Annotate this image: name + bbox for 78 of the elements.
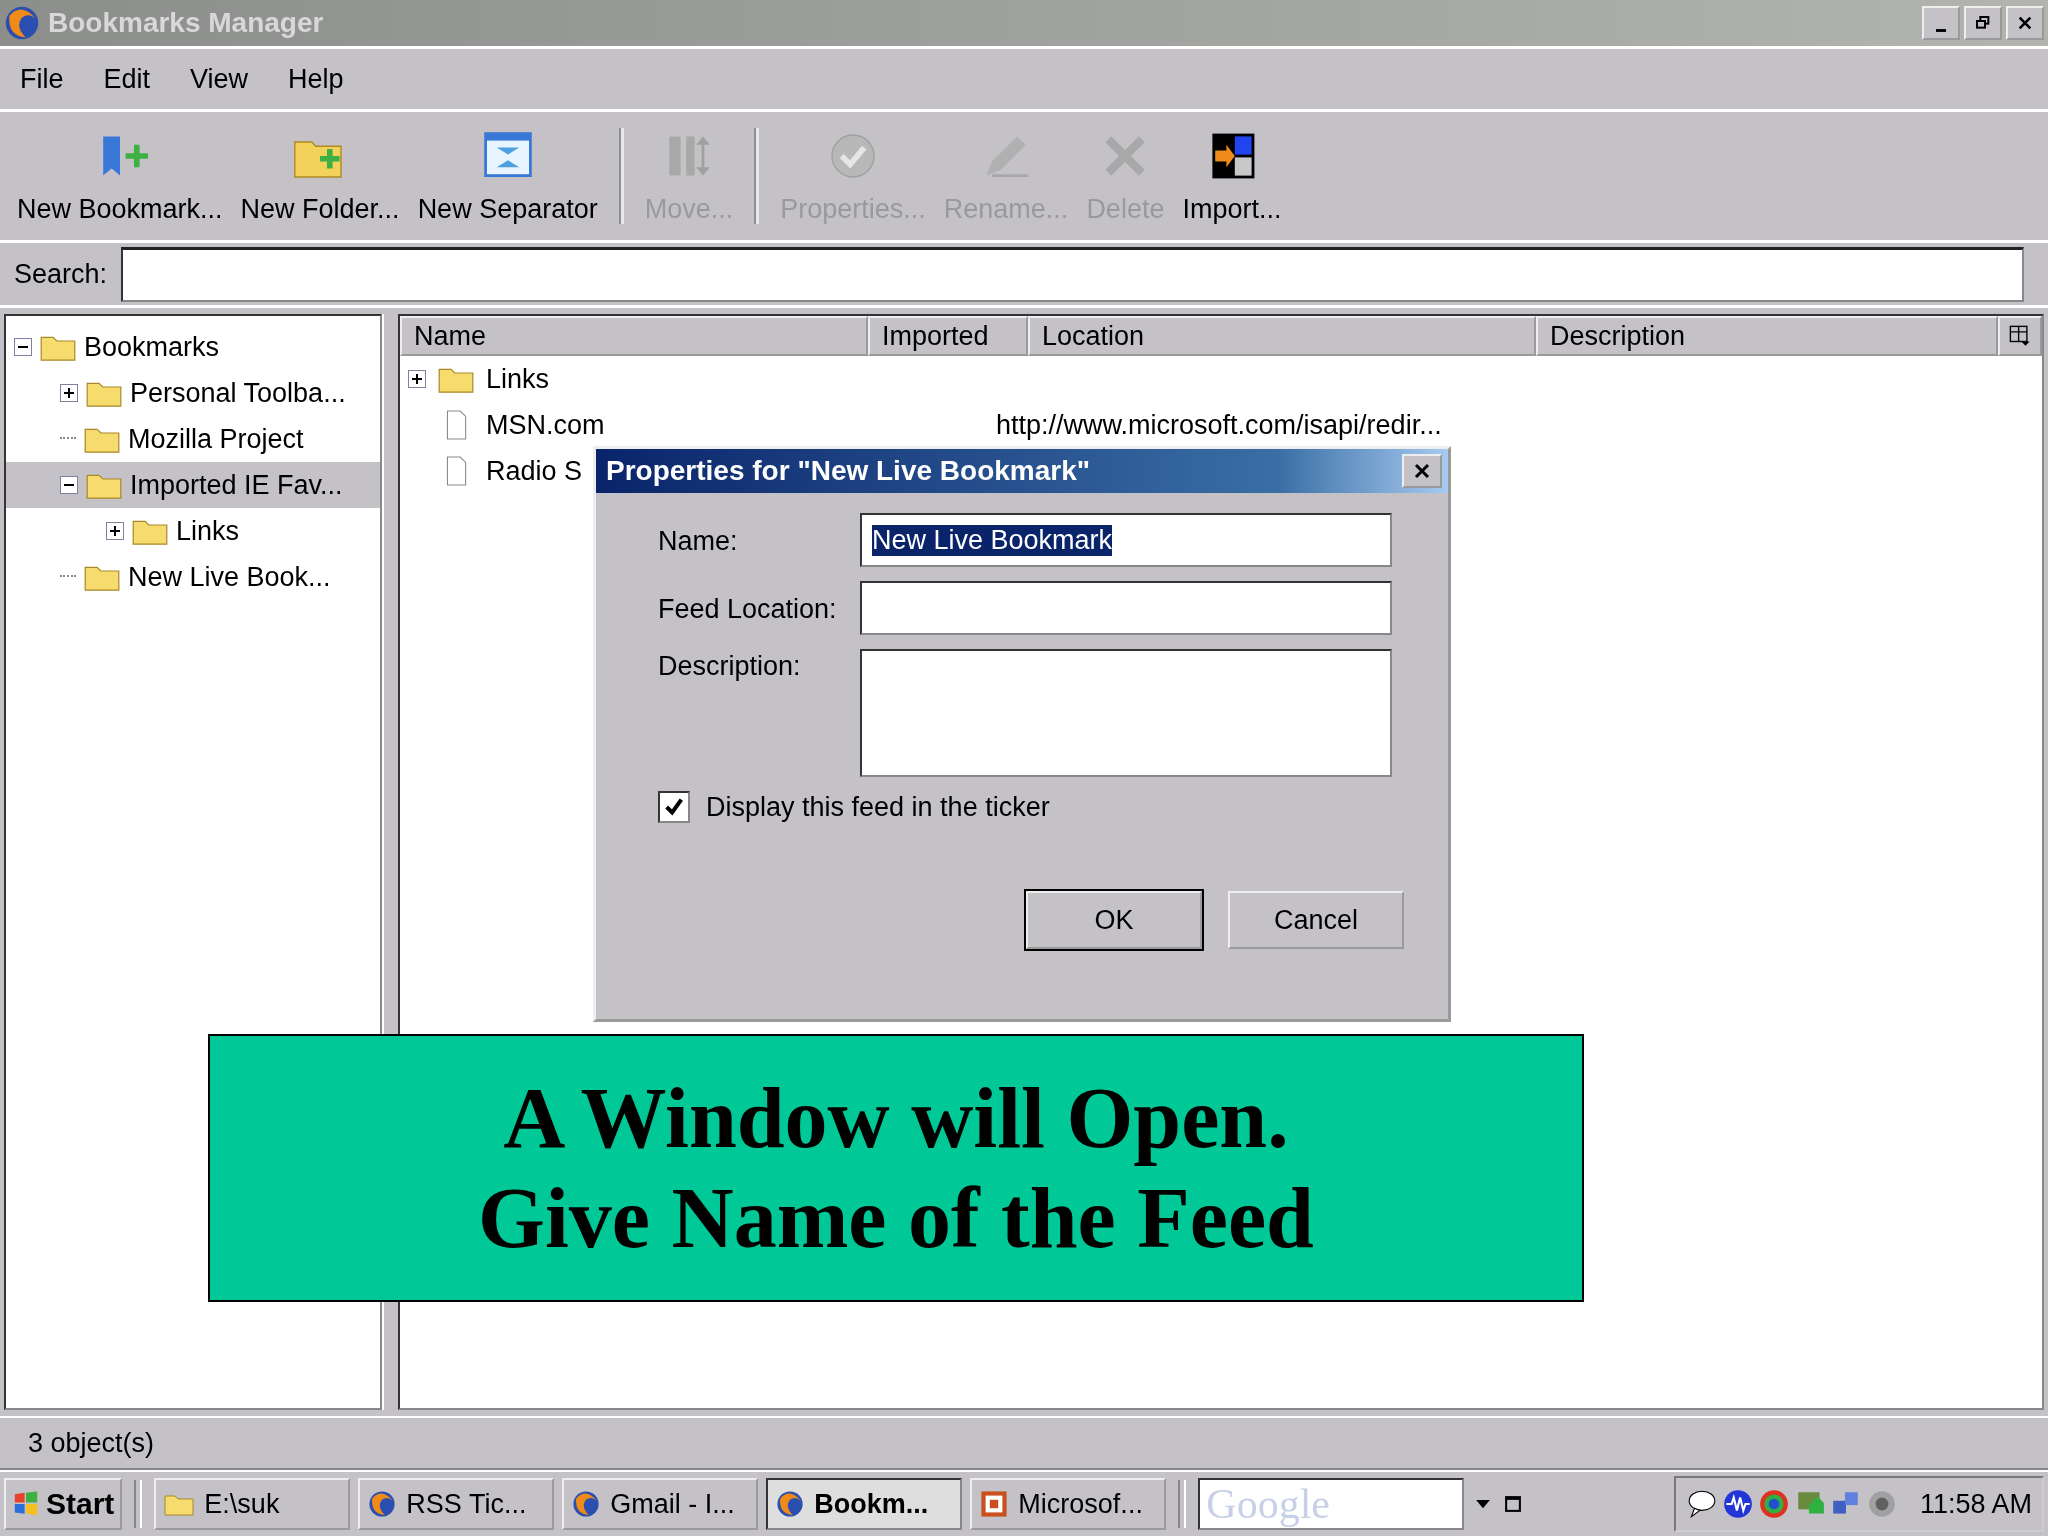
globe-icon: [572, 1490, 601, 1518]
tree-label: Mozilla Project: [128, 423, 304, 455]
taskbar-button[interactable]: RSS Tic...: [358, 1478, 555, 1530]
close-icon: [1413, 462, 1431, 480]
taskbar-button[interactable]: Microsof...: [970, 1478, 1167, 1530]
dialog-button[interactable]: OK: [1026, 891, 1202, 949]
expander-icon[interactable]: [60, 384, 78, 402]
search-label: Search:: [14, 258, 108, 290]
callout-text: A Window will Open.: [503, 1069, 1289, 1168]
tree-label: New Live Book...: [128, 561, 331, 593]
taskbar-grip: [134, 1480, 143, 1528]
callout-text: Give Name of the Feed: [478, 1169, 1314, 1268]
text-area[interactable]: [860, 649, 1392, 777]
checkbox-label: Display this feed in the ticker: [706, 791, 1050, 823]
field-label: Name:: [658, 524, 739, 557]
folder-icon: [164, 1492, 195, 1516]
field-label: Feed Location:: [658, 592, 838, 625]
waveform-icon[interactable]: [1721, 1488, 1754, 1520]
table-cell: Links: [486, 363, 550, 395]
close-button[interactable]: [1402, 454, 1442, 488]
taskbar-button[interactable]: E:\suk: [154, 1478, 351, 1530]
menu-item[interactable]: File: [20, 63, 64, 95]
tree-item[interactable]: New Live Book...: [6, 554, 380, 600]
tree-label: Bookmarks: [84, 331, 220, 363]
column-header[interactable]: Description: [1536, 316, 1998, 356]
tree-label: Personal Toolba...: [130, 377, 346, 409]
window-title: Bookmarks Manager: [48, 7, 325, 39]
taskbar-button[interactable]: Gmail - I...: [562, 1478, 759, 1530]
menu-item[interactable]: Edit: [103, 63, 151, 95]
clock: 11:58 AM: [1919, 1488, 2032, 1520]
table-cell: MSN.com: [486, 409, 605, 441]
status-text: 3 object(s): [28, 1427, 155, 1459]
toolbar-button[interactable]: Import...: [1173, 121, 1291, 231]
expander-icon[interactable]: [60, 476, 78, 494]
globe-icon: [776, 1490, 805, 1518]
dialog-button[interactable]: Cancel: [1228, 891, 1404, 949]
minimize-button[interactable]: [1922, 6, 1960, 40]
close-button[interactable]: [2006, 6, 2044, 40]
check-icon: [663, 796, 685, 818]
tree-item[interactable]: Bookmarks: [6, 324, 380, 370]
menu-item[interactable]: Help: [288, 63, 344, 95]
toolbar-button[interactable]: New Bookmark...: [8, 121, 232, 231]
slides-icon: [980, 1490, 1009, 1518]
tree-item[interactable]: Personal Toolba...: [6, 370, 380, 416]
expander-icon[interactable]: [14, 338, 32, 356]
expander-icon[interactable]: [408, 370, 426, 388]
toolbar-button[interactable]: New Folder...: [231, 121, 409, 231]
taskbar-button[interactable]: Bookm...: [766, 1478, 963, 1530]
tree-label: Imported IE Fav...: [130, 469, 343, 501]
windows-flag-icon: [12, 1490, 40, 1518]
input-field[interactable]: [860, 581, 1392, 635]
column-picker-icon[interactable]: [1998, 316, 2042, 356]
expander-icon[interactable]: [106, 522, 124, 540]
table-cell: http://www.microsoft.com/isapi/redir...: [996, 409, 1442, 441]
minimize-icon: [1936, 28, 1946, 32]
field-label: Description:: [658, 650, 802, 682]
tree-item[interactable]: Links: [6, 508, 380, 554]
tree-item[interactable]: Imported IE Fav...: [6, 462, 380, 508]
close-icon: [2017, 15, 2033, 31]
table-cell: Radio S: [486, 455, 583, 487]
column-header[interactable]: Name: [400, 316, 868, 356]
dialog-title: Properties for "New Live Bookmark": [606, 455, 1091, 487]
column-header[interactable]: Imported: [868, 316, 1028, 356]
start-button[interactable]: Start: [4, 1478, 123, 1530]
restore-button[interactable]: [1964, 6, 2002, 40]
tree-label: Links: [176, 515, 240, 547]
input-field[interactable]: New Live Bookmark: [860, 513, 1392, 567]
globe-icon: [4, 5, 40, 41]
restore-icon: [1975, 15, 1991, 31]
toolbar-button[interactable]: New Separator: [408, 121, 607, 231]
globe-icon: [368, 1490, 397, 1518]
search-field[interactable]: [121, 246, 2024, 302]
column-header[interactable]: Location: [1028, 316, 1536, 356]
checkbox[interactable]: [658, 791, 690, 823]
menu-item[interactable]: View: [190, 63, 249, 95]
swirl-icon[interactable]: [1757, 1488, 1790, 1520]
taskbar-grip: [1178, 1480, 1187, 1528]
tree-item[interactable]: Mozilla Project: [6, 416, 380, 462]
